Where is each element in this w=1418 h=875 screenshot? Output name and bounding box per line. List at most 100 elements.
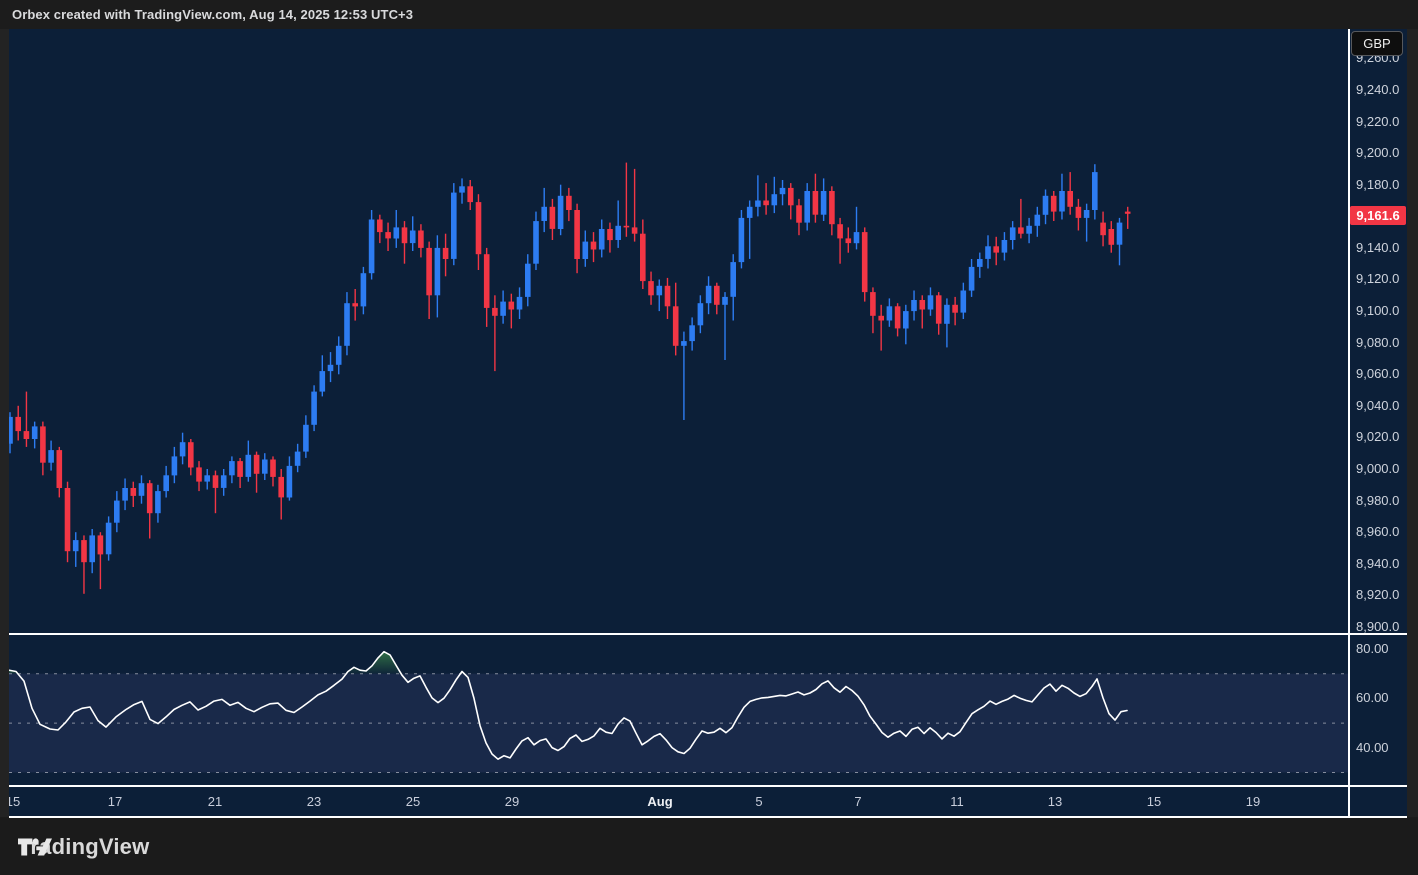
candle bbox=[369, 220, 375, 274]
candle bbox=[467, 186, 473, 202]
candle bbox=[213, 475, 219, 488]
candle bbox=[763, 201, 769, 206]
candle bbox=[846, 238, 852, 243]
candle bbox=[525, 264, 531, 297]
candle bbox=[870, 292, 876, 316]
candle bbox=[689, 325, 695, 341]
candle bbox=[311, 392, 317, 425]
time-tick-label: 19 bbox=[1246, 787, 1260, 816]
candle bbox=[533, 221, 539, 264]
candle bbox=[739, 218, 745, 262]
candle bbox=[418, 231, 424, 248]
candle bbox=[887, 306, 893, 320]
price-tick-label: 8,920.0 bbox=[1356, 587, 1399, 603]
price-tick-label: 9,220.0 bbox=[1356, 114, 1399, 130]
candle bbox=[722, 297, 728, 305]
candle bbox=[1084, 210, 1090, 218]
price-tick-label: 9,100.0 bbox=[1356, 303, 1399, 319]
candle bbox=[15, 417, 21, 431]
price-tick-label: 9,240.0 bbox=[1356, 82, 1399, 98]
candle bbox=[492, 308, 498, 316]
candle bbox=[1076, 207, 1082, 218]
candle bbox=[147, 483, 153, 513]
candle bbox=[665, 286, 671, 307]
time-tick-label: 15 bbox=[1147, 787, 1161, 816]
price-tick-label: 8,980.0 bbox=[1356, 493, 1399, 509]
candle bbox=[131, 488, 137, 496]
candle bbox=[928, 295, 934, 309]
candle-wick bbox=[880, 305, 881, 351]
candle bbox=[1043, 196, 1049, 215]
top-attribution-bar: Orbex created with TradingView.com, Aug … bbox=[0, 0, 1418, 28]
candle bbox=[352, 303, 358, 306]
candle-wick bbox=[626, 163, 627, 237]
footer-bar: TradingView bbox=[0, 818, 1418, 875]
candle bbox=[106, 523, 112, 555]
rsi-tick-label: 40.00 bbox=[1356, 740, 1389, 756]
candle bbox=[303, 425, 309, 452]
candle bbox=[673, 306, 679, 346]
candle bbox=[73, 540, 79, 551]
candle bbox=[1059, 191, 1065, 212]
candle bbox=[237, 461, 243, 477]
candle bbox=[714, 286, 720, 305]
candle bbox=[706, 286, 712, 303]
candle bbox=[344, 303, 350, 346]
candle bbox=[1051, 196, 1057, 212]
candle-wick bbox=[511, 294, 512, 329]
main-price-pane[interactable] bbox=[0, 29, 1348, 633]
candle bbox=[607, 229, 613, 240]
candle bbox=[1026, 226, 1032, 234]
candle bbox=[1035, 215, 1041, 226]
candle-wick bbox=[1086, 204, 1087, 242]
candle bbox=[698, 303, 704, 325]
candle bbox=[377, 220, 383, 233]
candle-wick bbox=[494, 295, 495, 371]
candle bbox=[40, 426, 46, 462]
candle bbox=[295, 452, 301, 466]
candle bbox=[1100, 223, 1106, 236]
candle bbox=[32, 426, 38, 439]
candle bbox=[944, 305, 950, 324]
candle bbox=[993, 246, 999, 252]
candle bbox=[632, 227, 638, 233]
price-tick-label: 9,140.0 bbox=[1356, 240, 1399, 256]
time-tick-label: 5 bbox=[755, 787, 762, 816]
candle bbox=[426, 248, 432, 295]
candle bbox=[394, 227, 400, 238]
candle bbox=[81, 540, 87, 562]
candle bbox=[558, 196, 564, 229]
candle bbox=[270, 460, 276, 477]
time-tick-label: Aug bbox=[647, 787, 672, 816]
candle bbox=[402, 227, 408, 243]
price-axis[interactable]: 9,260.09,240.09,220.09,200.09,180.09,140… bbox=[1350, 29, 1407, 817]
rsi-tick-label: 60.00 bbox=[1356, 690, 1389, 706]
left-gutter bbox=[0, 29, 9, 817]
candle bbox=[1018, 227, 1024, 233]
tradingview-logo-link[interactable]: TradingView bbox=[18, 834, 149, 860]
price-tick-label: 9,080.0 bbox=[1356, 335, 1399, 351]
candle bbox=[361, 273, 367, 306]
candle bbox=[961, 291, 967, 313]
candle bbox=[229, 461, 235, 475]
candle bbox=[320, 371, 326, 392]
candle bbox=[204, 475, 210, 481]
candle bbox=[443, 248, 449, 259]
currency-button[interactable]: GBP bbox=[1351, 31, 1403, 56]
pane-separator[interactable] bbox=[9, 633, 1407, 635]
time-axis-separator bbox=[9, 785, 1407, 787]
candle bbox=[509, 302, 515, 310]
price-tick-label: 9,000.0 bbox=[1356, 461, 1399, 477]
candle bbox=[681, 341, 687, 346]
rsi-indicator-pane[interactable] bbox=[0, 635, 1348, 785]
candle bbox=[985, 246, 991, 259]
candle-wick bbox=[757, 175, 758, 216]
time-tick-label: 23 bbox=[307, 787, 321, 816]
candle bbox=[57, 450, 63, 488]
candle bbox=[566, 196, 572, 210]
candle bbox=[435, 248, 441, 295]
candle bbox=[122, 488, 128, 501]
time-axis[interactable]: 151721232529Aug5711131519 bbox=[9, 787, 1407, 816]
candle bbox=[780, 188, 786, 194]
candle bbox=[599, 229, 605, 250]
